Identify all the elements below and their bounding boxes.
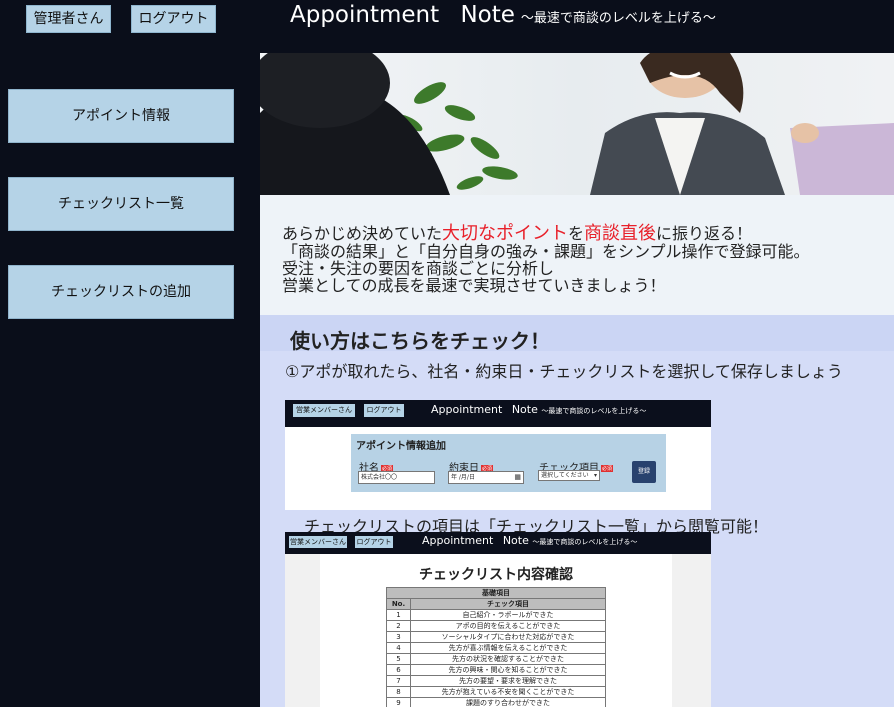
intro-line-1: あらかじめ決めていた大切なポイントを商談直後に振り返る！ [282,223,753,244]
intro-section: あらかじめ決めていた大切なポイントを商談直後に振り返る！ 「商談の結果」と「自分… [260,195,894,315]
app-subtitle: 〜最速で商談のレベルを上げる〜 [520,11,716,26]
mini-required-badge: 必須 [601,464,614,472]
intro-highlight-points: 大切なポイント [442,223,569,244]
mini-company-field: 株式会社〇〇 [358,471,435,484]
sidebar-item-checklist-list[interactable]: チェックリスト一覧 [8,177,234,231]
row-item: 先方の興味・関心を知ることができた [410,664,606,676]
row-no: 8 [386,686,411,698]
table-row: 9 課題のすり合わせができた [386,697,606,707]
row-item: 先方の要望・要求を理解できた [410,675,606,687]
table-row: 6 先方の興味・関心を知ることができた [386,664,606,676]
row-no: 6 [386,664,411,676]
table-row: 2 アポの目的を伝えることができた [386,620,606,632]
mini-form: アポイント情報追加 社名 必須 株式会社〇〇 約束日 必須 年 /月/日 ▦ チェック… [351,434,666,492]
howto-heading: 使い方はこちらをチェック！ [290,329,550,353]
mini-app-title: Appointment Note 〜最速で商談のレベルを上げる〜 [431,403,646,416]
hero-image [260,53,894,195]
row-item: 自己紹介・ラポールができた [410,609,606,621]
checklist-document: チェックリスト内容確認 基礎項目 No. チェック項目 1 自己紹介・ラポールがで… [320,554,672,707]
row-no: 9 [386,697,411,707]
table-row: 5 先方の状況を確認することができた [386,653,606,665]
row-no: 4 [386,642,411,654]
mini-date-field: 年 /月/日 ▦ [448,471,524,484]
mini-app-title-text: Appointment Note [431,403,538,416]
checklist-body: 1 自己紹介・ラポールができた 2 アポの目的を伝えることができた 3 ソーシャルタイプに… [386,609,606,707]
row-item: 先方が抱えている不安を聞くことができた [410,686,606,698]
tutorial-screenshot-add-appointment: 営業メンバーさん ログアウト Appointment Note 〜最速で商談のレ… [285,400,711,510]
row-no: 5 [386,653,411,665]
user-button[interactable]: 管理者さん [26,5,111,33]
checklist-table: 基礎項目 No. チェック項目 1 自己紹介・ラポールができた 2 アポの目的を伝える… [386,587,606,707]
sidebar-item-appointment-info[interactable]: アポイント情報 [8,89,234,143]
row-item: 課題のすり合わせができた [410,697,606,707]
calendar-icon: ▦ [514,473,521,481]
mini-user-button: 営業メンバーさん [293,404,355,417]
intro-line-4: 営業としての成長を最速で実現させていきましょう！ [282,276,666,295]
row-item: アポの目的を伝えることができた [410,620,606,632]
mini-app-subtitle: 〜最速で商談のレベルを上げる〜 [541,407,647,415]
intro-line-3: 受注・失注の要因を商談ごとに分析し [282,259,555,278]
mini-check-select: 選択してください ▾ [538,470,600,481]
mini-logout-button: ログアウト [364,404,404,417]
howto-step-1: ①アポが取れたら、社名・約束日・チェックリストを選択して保存しましょう [285,362,843,381]
intro-line-1-c: に振り返る！ [656,224,753,243]
table-row: 3 ソーシャルタイプに合わせた対応ができた [386,631,606,643]
mini-register-button: 登録 [632,461,656,483]
checklist-doc-title: チェックリスト内容確認 [419,567,573,583]
table-row: 7 先方の要望・要求を理解できた [386,675,606,687]
mini-form-title: アポイント情報追加 [356,441,446,452]
chevron-down-icon: ▾ [593,472,597,479]
mini-user-button-2: 営業メンバーさん [289,536,347,548]
intro-line-1-a: あらかじめ決めていた [282,224,443,243]
intro-highlight-after-meeting: 商談直後 [584,223,657,244]
mini-app-subtitle-2: 〜最速で商談のレベルを上げる〜 [532,538,638,546]
intro-line-2: 「商談の結果」と「自分自身の強み・課題」をシンプル操作で登録可能。 [282,242,810,261]
sidebar-item-checklist-add[interactable]: チェックリストの追加 [8,265,234,319]
row-no: 3 [386,631,411,643]
col-no-header: No. [386,598,411,610]
mini-app-title-2: Appointment Note 〜最速で商談のレベルを上げる〜 [422,534,637,547]
mini-logout-button-2: ログアウト [355,536,393,548]
checklist-section-header: 基礎項目 [386,587,606,599]
table-row: 8 先方が抱えている不安を聞くことができた [386,686,606,698]
app-title-text: Appointment Note [290,2,515,28]
row-item: ソーシャルタイプに合わせた対応ができた [410,631,606,643]
mini-header-2: 営業メンバーさん ログアウト Appointment Note 〜最速で商談のレ… [285,532,711,554]
intro-line-1-b: を [568,224,585,243]
mini-date-value: 年 /月/日 [451,474,475,481]
row-item: 先方の状況を確認することができた [410,653,606,665]
main-content: あらかじめ決めていた大切なポイントを商談直後に振り返る！ 「商談の結果」と「自分… [260,53,894,707]
tutorial-screenshot-checklist: 営業メンバーさん ログアウト Appointment Note 〜最速で商談のレ… [285,532,711,707]
mini-check-value: 選択してください [541,472,589,479]
app-title: Appointment Note 〜最速で商談のレベルを上げる〜 [290,2,716,28]
table-row: 4 先方が喜ぶ情報を伝えることができた [386,642,606,654]
logout-button[interactable]: ログアウト [131,5,216,33]
mini-header: 営業メンバーさん ログアウト Appointment Note 〜最速で商談のレ… [285,400,711,427]
table-row: 1 自己紹介・ラポールができた [386,609,606,621]
row-no: 2 [386,620,411,632]
row-item: 先方が喜ぶ情報を伝えることができた [410,642,606,654]
row-no: 1 [386,609,411,621]
row-no: 7 [386,675,411,687]
col-item-header: チェック項目 [410,598,606,610]
mini-app-title-text-2: Appointment Note [422,534,529,547]
